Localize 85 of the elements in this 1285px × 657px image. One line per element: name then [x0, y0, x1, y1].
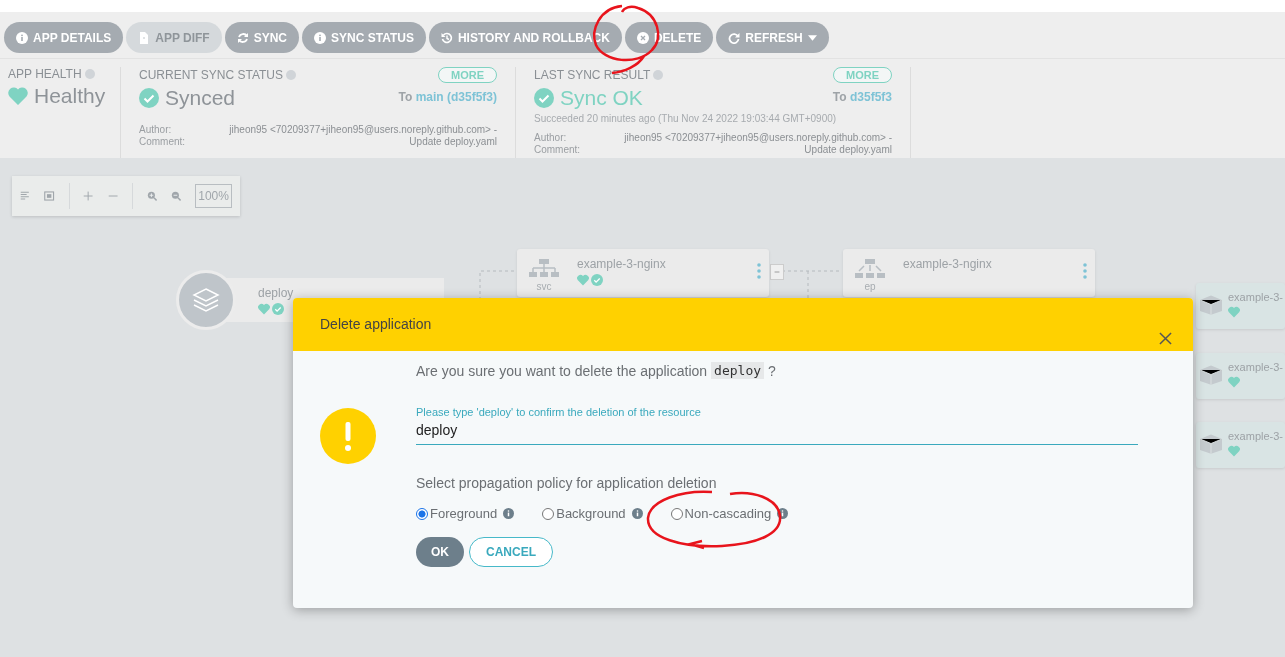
warning-icon: [320, 408, 376, 464]
sync-detail: Succeeded 20 minutes ago (Thu Nov 24 2022 19:03:44 GMT+0900): [534, 113, 838, 124]
radio-button[interactable]: [542, 507, 555, 520]
cube-icon: [1200, 434, 1222, 454]
resource-name: example-3-: [1228, 430, 1284, 442]
resource-node[interactable]: example-3-: [1196, 422, 1285, 468]
info-icon: [314, 31, 327, 44]
info-icon[interactable]: [631, 508, 643, 519]
revision-link[interactable]: main (d35f5f3): [415, 89, 497, 104]
resource-name: example-3-nginx: [577, 257, 666, 271]
confirm-question: Are you sure you want to delete the application: [416, 362, 708, 379]
check-circle-icon: [534, 88, 554, 108]
resource-name: example-3-nginx: [903, 257, 992, 271]
resource-name: example-3-: [1228, 291, 1284, 303]
help-icon: [84, 69, 95, 79]
minus-icon: [773, 268, 781, 276]
comment-value: Update deploy.yaml: [409, 136, 497, 148]
author-label: Author:: [534, 132, 568, 144]
field-label: Please type 'deploy' to confirm the deletion of the resource: [416, 406, 702, 418]
radio-button[interactable]: [670, 507, 683, 520]
more-options-icon[interactable]: [757, 263, 761, 279]
policy-label: Select propagation policy for application deletion: [416, 475, 718, 491]
zoom-out-icon[interactable]: [170, 189, 182, 203]
resource-node[interactable]: example-3-: [1196, 353, 1285, 399]
author-value: jiheon95 <70209377+jiheon95@users.noreply.github.com> -: [229, 124, 497, 136]
revision-link[interactable]: d35f5f3: [849, 89, 892, 104]
radio-label[interactable]: Background: [556, 506, 626, 521]
comment-label: Comment:: [139, 136, 187, 148]
resource-node[interactable]: svc example-3-nginx: [517, 249, 769, 297]
resource-name: deploy: [258, 286, 295, 300]
toolbar-button[interactable]: SYNC STATUS: [302, 22, 426, 53]
more-options-icon[interactable]: [1083, 263, 1087, 279]
sync-status: Synced: [165, 86, 236, 110]
resource-kind: ep: [864, 281, 876, 292]
fit-view-icon[interactable]: [44, 189, 55, 203]
info-icon[interactable]: [503, 508, 515, 519]
cube-icon: [1200, 295, 1222, 315]
author-value: jiheon95 <70209377+jiheon95@users.noreply.github.com> -: [624, 132, 892, 144]
heart-icon: [8, 87, 28, 105]
target-label: To: [832, 89, 847, 104]
delete-icon: [636, 31, 649, 44]
panel-label: APP HEALTH: [8, 67, 82, 81]
dashed-connector: [782, 270, 842, 300]
comment-label: Comment:: [534, 144, 582, 156]
more-button[interactable]: MORE: [833, 67, 892, 83]
toolbar-button[interactable]: REFRESH: [716, 22, 829, 53]
zoom-level[interactable]: 100%: [195, 184, 232, 208]
dialog-title: Delete application: [320, 316, 432, 332]
plus-icon[interactable]: [83, 189, 94, 203]
zoom-in-icon[interactable]: [146, 189, 157, 203]
info-icon[interactable]: [777, 508, 789, 519]
panel-label: CURRENT SYNC STATUS: [139, 68, 283, 82]
help-icon: [653, 70, 664, 80]
more-button[interactable]: MORE: [438, 67, 497, 83]
confirm-name-field[interactable]: deploy: [416, 418, 1138, 445]
toolbar-button[interactable]: SYNC: [224, 22, 300, 53]
list-view-icon[interactable]: [20, 189, 31, 203]
resource-kind: svc: [536, 281, 552, 292]
radio-label[interactable]: Non-cascading: [684, 506, 772, 521]
refresh-icon: [728, 31, 741, 44]
close-icon[interactable]: [1159, 332, 1172, 345]
info-icon: [16, 31, 28, 44]
collapse-toggle[interactable]: [770, 264, 784, 280]
question-mark: ?: [768, 362, 776, 379]
check-circle-icon: [139, 88, 159, 108]
author-label: Author:: [139, 124, 173, 136]
resource-node[interactable]: example-3-: [1196, 283, 1285, 329]
cancel-button[interactable]: CANCEL: [469, 537, 553, 567]
toolbar-button[interactable]: APP DETAILS: [4, 22, 124, 53]
app-name: deploy: [711, 362, 765, 379]
history-icon: [440, 31, 453, 44]
resource-node[interactable]: ep example-3-nginx: [843, 249, 1095, 297]
help-icon: [286, 70, 296, 80]
sync-icon: [236, 31, 249, 44]
target-label: To: [398, 89, 413, 104]
cube-icon: [1200, 365, 1222, 385]
endpoint-icon: [855, 259, 885, 281]
radio-button[interactable]: [416, 507, 428, 520]
file-icon: [138, 31, 151, 44]
radio-label[interactable]: Foreground: [430, 506, 498, 521]
comment-value: Update deploy.yaml: [804, 144, 892, 156]
ok-button[interactable]: OK: [416, 537, 464, 567]
resource-name: example-3-: [1228, 361, 1284, 373]
sync-status: Sync OK: [560, 86, 643, 110]
health-status: Healthy: [34, 84, 106, 108]
